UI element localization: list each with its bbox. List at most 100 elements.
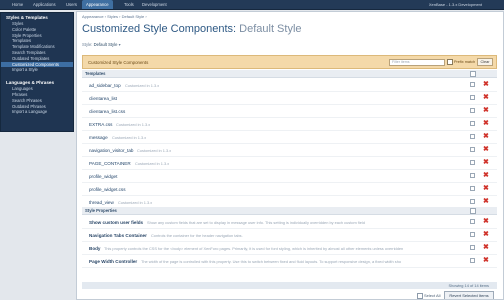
item-name-link[interactable]: profile_widget bbox=[89, 174, 117, 179]
group-title: Templates bbox=[85, 71, 106, 76]
list-item[interactable]: message Customized in 1.3.x ✖ bbox=[82, 131, 497, 144]
item-select-checkbox[interactable] bbox=[470, 232, 475, 237]
list-item[interactable]: Body This property controls the CSS for t… bbox=[82, 242, 497, 255]
delete-icon[interactable]: ✖ bbox=[483, 81, 489, 89]
sidebar-item-import-language[interactable]: Import a Language bbox=[1, 109, 73, 115]
list-item[interactable]: EXTRA.css Customized in 1.3.x ✖ bbox=[82, 118, 497, 131]
list-item[interactable]: Page Width Controller The width of the pa… bbox=[82, 255, 497, 268]
item-name-link[interactable]: Page Width Controller bbox=[89, 259, 137, 264]
item-name-link[interactable]: clientarea_list.css bbox=[89, 109, 125, 114]
page-title: Customized Style Components: Default Sty… bbox=[82, 23, 302, 35]
delete-icon[interactable]: ✖ bbox=[483, 107, 489, 115]
item-description: This property controls the CSS for the <… bbox=[104, 246, 404, 252]
delete-icon[interactable]: ✖ bbox=[483, 146, 489, 154]
main-content: Appearance › Styles › Default Style › Cu… bbox=[76, 11, 504, 300]
item-description: Customized in 1.3.x bbox=[118, 200, 153, 206]
item-select-checkbox[interactable] bbox=[470, 245, 475, 250]
item-select-checkbox[interactable] bbox=[470, 82, 475, 87]
board-title[interactable]: XenBase - 1.3.x Development bbox=[429, 0, 482, 9]
select-all-label: Select All bbox=[424, 293, 441, 299]
top-navigation-bar: Home Applications Users Appearance Tools… bbox=[0, 0, 504, 10]
item-select-checkbox[interactable] bbox=[470, 134, 475, 139]
chevron-down-icon[interactable]: ▾ bbox=[119, 42, 121, 47]
delete-icon[interactable]: ✖ bbox=[483, 218, 489, 226]
revert-selected-button[interactable]: Revert Selected Items bbox=[444, 291, 494, 299]
item-name-link[interactable]: thread_view bbox=[89, 200, 114, 205]
item-name-link[interactable]: message bbox=[89, 135, 108, 140]
item-description: Customized in 1.3.x bbox=[112, 135, 147, 141]
item-select-checkbox[interactable] bbox=[470, 219, 475, 224]
list-item[interactable]: navigation_visitor_tab Customized in 1.3.… bbox=[82, 144, 497, 157]
item-select-checkbox[interactable] bbox=[470, 258, 475, 263]
item-description: Customized in 1.3.x bbox=[135, 161, 170, 167]
group-select-checkbox[interactable] bbox=[470, 208, 476, 214]
clear-button[interactable]: Clear bbox=[477, 58, 493, 66]
item-select-checkbox[interactable] bbox=[470, 173, 475, 178]
delete-icon[interactable]: ✖ bbox=[483, 185, 489, 193]
list-item[interactable]: ad_sidebar_top Customized in 1.3.x ✖ bbox=[82, 79, 497, 92]
item-name-link[interactable]: PAGE_CONTAINER bbox=[89, 161, 131, 166]
prefix-match-checkbox[interactable]: Prefix match bbox=[447, 59, 475, 65]
item-description: Show any custom fields that are set to d… bbox=[147, 220, 365, 226]
prefix-match-label: Prefix match bbox=[454, 60, 476, 64]
sidebar-section-title: Styles & Templates bbox=[6, 15, 48, 20]
group-select-checkbox[interactable] bbox=[470, 71, 476, 77]
list-item[interactable]: Navigation Tabs Container Controls the co… bbox=[82, 229, 497, 242]
item-select-checkbox[interactable] bbox=[470, 186, 475, 191]
item-name-link[interactable]: ad_sidebar_top bbox=[89, 83, 121, 88]
item-description: Controls the container for the header na… bbox=[151, 233, 243, 239]
item-count: Showing 14 of 14 items bbox=[82, 282, 497, 289]
list-item[interactable]: Show custom user fields Show any custom f… bbox=[82, 216, 497, 229]
tab-users[interactable]: Users bbox=[62, 0, 81, 9]
item-name-link[interactable]: Navigation Tabs Container bbox=[89, 233, 147, 238]
style-chooser-value[interactable]: Default Style bbox=[94, 42, 118, 47]
list-item[interactable]: clientarea_list.css ✖ bbox=[82, 105, 497, 118]
item-description: Customized in 1.3.x bbox=[125, 83, 160, 89]
list-item[interactable]: profile_widget ✖ bbox=[82, 170, 497, 183]
list-item[interactable]: PAGE_CONTAINER Customized in 1.3.x ✖ bbox=[82, 157, 497, 170]
item-select-checkbox[interactable] bbox=[470, 95, 475, 100]
filter-input[interactable]: Filter items bbox=[389, 59, 445, 66]
group-title: Style Properties bbox=[85, 208, 117, 213]
item-select-checkbox[interactable] bbox=[470, 121, 475, 126]
item-select-checkbox[interactable] bbox=[470, 147, 475, 152]
item-name-link[interactable]: Body bbox=[89, 246, 100, 251]
list-item[interactable]: profile_widget.css ✖ bbox=[82, 183, 497, 196]
filter-bar: Customized Style Components Filter items… bbox=[82, 55, 497, 69]
item-name-link[interactable]: navigation_visitor_tab bbox=[89, 148, 133, 153]
page-title-text: Customized Style Components: bbox=[82, 23, 237, 35]
sidebar-section-title: Languages & Phrases bbox=[6, 80, 54, 86]
item-name-link[interactable]: profile_widget.css bbox=[89, 187, 126, 192]
delete-icon[interactable]: ✖ bbox=[483, 257, 489, 265]
item-select-checkbox[interactable] bbox=[470, 199, 475, 204]
tab-tools[interactable]: Tools bbox=[120, 0, 138, 9]
tab-appearance[interactable]: Appearance bbox=[82, 0, 113, 9]
delete-icon[interactable]: ✖ bbox=[483, 231, 489, 239]
delete-icon[interactable]: ✖ bbox=[483, 198, 489, 206]
list-footer: Select All Revert Selected Items bbox=[77, 290, 503, 299]
page-title-style: Default Style bbox=[239, 23, 302, 35]
delete-icon[interactable]: ✖ bbox=[483, 133, 489, 141]
item-name-link[interactable]: clientarea_list bbox=[89, 96, 117, 101]
style-chooser[interactable]: Style: Default Style ▾ bbox=[82, 42, 121, 47]
delete-icon[interactable]: ✖ bbox=[483, 244, 489, 252]
delete-icon[interactable]: ✖ bbox=[483, 172, 489, 180]
style-chooser-label: Style: bbox=[82, 42, 93, 47]
delete-icon[interactable]: ✖ bbox=[483, 159, 489, 167]
item-name-link[interactable]: Show custom user fields bbox=[89, 220, 143, 225]
group-header: Templates bbox=[82, 70, 497, 78]
checkbox-icon[interactable] bbox=[417, 293, 423, 299]
delete-icon[interactable]: ✖ bbox=[483, 94, 489, 102]
item-select-checkbox[interactable] bbox=[470, 160, 475, 165]
checkbox-icon[interactable] bbox=[447, 59, 453, 65]
item-select-checkbox[interactable] bbox=[470, 108, 475, 113]
filter-bar-label: Customized Style Components bbox=[88, 60, 149, 65]
delete-icon[interactable]: ✖ bbox=[483, 120, 489, 128]
tab-applications[interactable]: Applications bbox=[29, 0, 60, 9]
item-name-link[interactable]: EXTRA.css bbox=[89, 122, 112, 127]
list-item[interactable]: clientarea_list ✖ bbox=[82, 92, 497, 105]
tab-development[interactable]: Development bbox=[138, 0, 171, 9]
tab-home[interactable]: Home bbox=[8, 0, 27, 9]
select-all-checkbox[interactable]: Select All bbox=[417, 293, 440, 299]
breadcrumb[interactable]: Appearance › Styles › Default Style › bbox=[82, 14, 147, 19]
